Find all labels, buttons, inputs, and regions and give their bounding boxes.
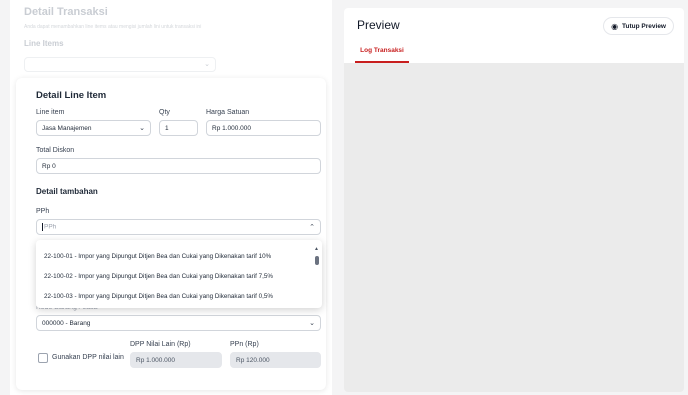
ppn-input: Rp 120.000: [230, 352, 321, 368]
chevron-up-icon: ⌃: [309, 224, 315, 231]
kode-barang-select[interactable]: 000000 - Barang ⌄: [36, 315, 321, 331]
dpp-checkbox-label: Gunakan DPP nilai lain: [52, 354, 124, 361]
dpp-nilai-lain-input: Rp 1.000.000: [130, 352, 222, 368]
tab-log-transaksi[interactable]: Log Transaksi: [355, 47, 409, 63]
page-title: Detail Transaksi: [24, 6, 108, 18]
dpp-nilai-lain-checkbox[interactable]: [38, 353, 48, 363]
dropdown-scrollbar[interactable]: [315, 256, 319, 265]
detail-tambahan-heading: Detail tambahan: [36, 187, 98, 196]
line-items-select[interactable]: ⌄: [24, 57, 216, 72]
total-diskon-value: Rp 0: [42, 162, 56, 170]
pph-select[interactable]: PPh ⌃: [36, 219, 321, 235]
preview-title: Preview: [357, 18, 400, 32]
pph-option[interactable]: 22-100-01 - Impor yang Dipungut Ditjen B…: [44, 253, 271, 260]
kode-barang-value: 000000 - Barang: [42, 319, 91, 327]
close-preview-label: Tutup Preview: [622, 22, 666, 30]
harga-satuan-label: Harga Satuan: [206, 109, 250, 116]
pph-placeholder: PPh: [44, 223, 57, 231]
dpp-nilai-lain-value: Rp 1.000.000: [136, 356, 176, 364]
qty-label: Qty: [159, 109, 170, 116]
pph-dropdown-menu: 22-100-01 - Impor yang Dipungut Ditjen B…: [36, 240, 322, 308]
line-items-heading: Line Items: [24, 39, 64, 48]
line-item-value: Jasa Manajemen: [42, 124, 92, 132]
chevron-down-icon: ⌄: [309, 320, 315, 327]
qty-value: 1: [165, 124, 169, 132]
dpp-nilai-lain-label: DPP Nilai Lain (Rp): [130, 341, 191, 348]
ppn-value: Rp 120.000: [236, 356, 270, 364]
text-cursor: [42, 223, 43, 231]
line-item-label: Line item: [36, 109, 65, 116]
ppn-label: PPn (Rp): [230, 341, 259, 348]
chevron-down-icon: ⌄: [204, 61, 210, 68]
harga-satuan-value: Rp 1.000.000: [212, 124, 252, 132]
line-item-detail-modal: Detail Line Item Line item Jasa Manajeme…: [16, 78, 326, 390]
total-diskon-label: Total Diskon: [36, 147, 75, 154]
eye-icon: ◉: [611, 21, 619, 31]
page-subtitle: Anda dapat menambahkan line items atau m…: [24, 24, 202, 30]
total-diskon-input[interactable]: Rp 0: [36, 158, 321, 174]
chevron-down-icon: ⌄: [139, 125, 145, 132]
pph-option[interactable]: 22-100-02 - Impor yang Dipungut Ditjen B…: [44, 273, 273, 280]
qty-input[interactable]: 1: [159, 120, 198, 136]
preview-panel: Preview ◉ Tutup Preview Log Transaksi: [344, 8, 684, 392]
line-item-select[interactable]: Jasa Manajemen ⌄: [36, 120, 151, 136]
pph-option[interactable]: 22-100-03 - Impor yang Dipungut Ditjen B…: [44, 293, 273, 300]
scroll-up-icon[interactable]: ▲: [314, 246, 319, 252]
modal-title: Detail Line Item: [36, 90, 107, 101]
close-preview-button[interactable]: ◉ Tutup Preview: [603, 17, 674, 35]
harga-satuan-input[interactable]: Rp 1.000.000: [206, 120, 321, 136]
pph-label: PPh: [36, 208, 50, 215]
preview-header: Preview ◉ Tutup Preview Log Transaksi: [344, 8, 684, 63]
